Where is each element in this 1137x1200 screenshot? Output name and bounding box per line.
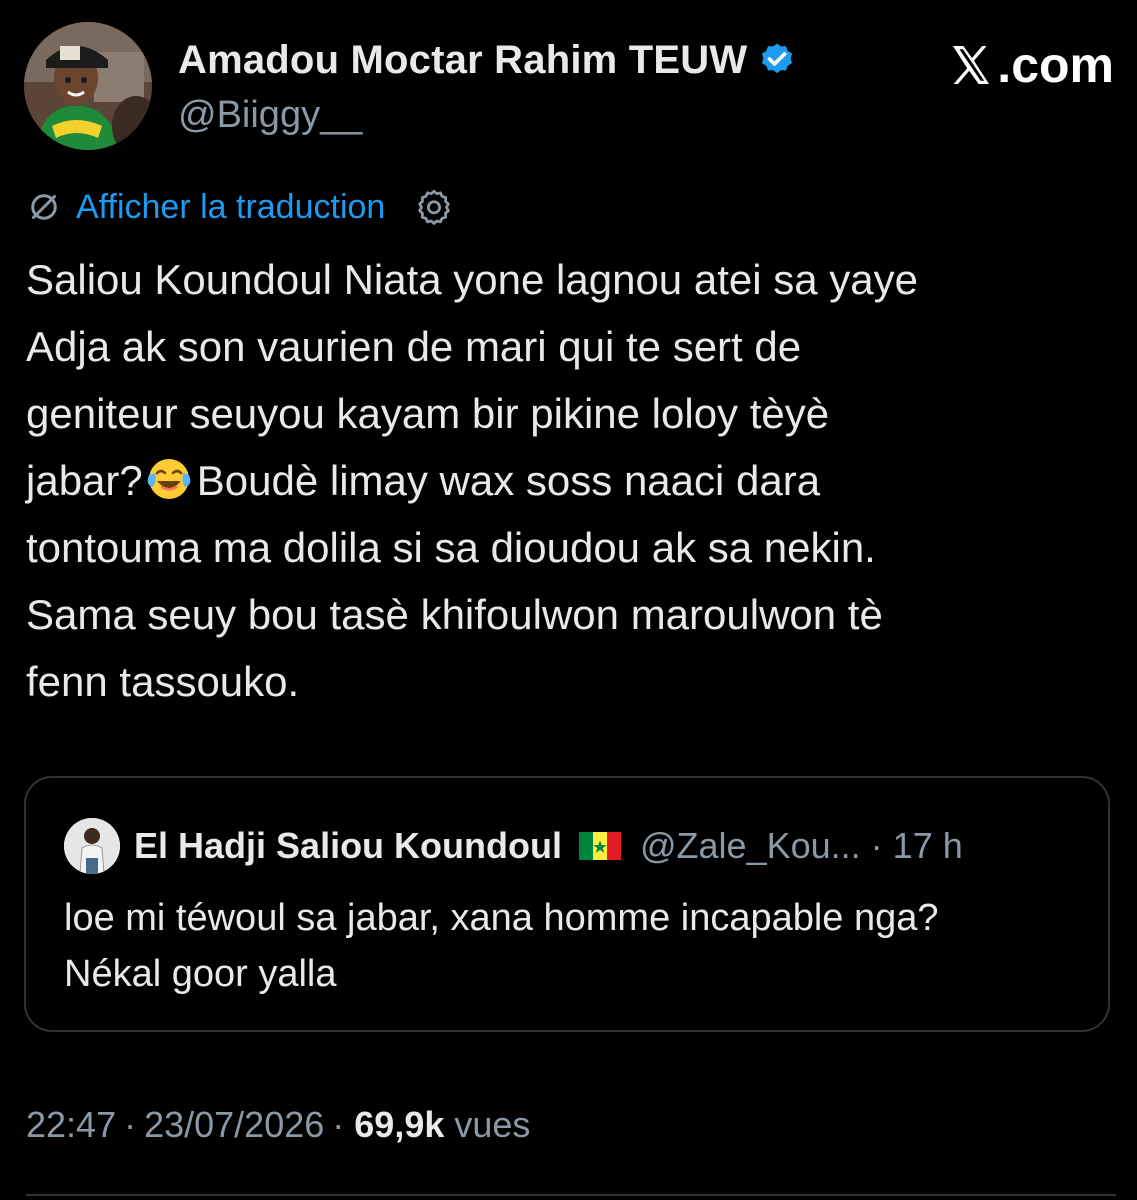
verified-badge-icon bbox=[762, 43, 793, 73]
views-count[interactable]: 69,9k bbox=[354, 1104, 444, 1146]
quoted-timestamp[interactable]: 17 h bbox=[893, 825, 963, 867]
tweet-header: Amadou Moctar Rahim TEUW @Biiggy__ .com bbox=[24, 22, 1114, 152]
avatar-photo bbox=[24, 22, 152, 150]
x-logo-icon bbox=[953, 46, 990, 84]
tweet-line: Sama seuy bou tasè khifoulwon maroulwon … bbox=[26, 591, 883, 638]
meta-separator: · bbox=[124, 1104, 137, 1145]
author-avatar[interactable] bbox=[24, 22, 152, 150]
views-label: vues bbox=[454, 1104, 531, 1145]
post-date[interactable]: 23/07/2026 bbox=[144, 1104, 324, 1146]
quoted-author-handle[interactable]: @Zale_Kou... bbox=[640, 825, 861, 867]
tweet-line-part: jabar? bbox=[26, 457, 143, 504]
laughing-tears-emoji-icon bbox=[147, 459, 191, 499]
quoted-line: Nékal goor yalla bbox=[64, 953, 337, 995]
translate-icon bbox=[31, 194, 57, 220]
quoted-tweet-card[interactable]: El Hadji Saliou Koundoul @Zale_Kou... · … bbox=[24, 776, 1110, 1032]
translate-row: Afficher la traduction bbox=[26, 186, 455, 228]
gear-icon[interactable] bbox=[413, 186, 455, 228]
author-name-row: Amadou Moctar Rahim TEUW bbox=[178, 38, 797, 83]
author-name[interactable]: Amadou Moctar Rahim TEUW bbox=[178, 38, 747, 83]
quoted-line: loe mi téwoul sa jabar, xana homme incap… bbox=[64, 897, 939, 939]
quoted-tweet-header: El Hadji Saliou Koundoul @Zale_Kou... · … bbox=[64, 818, 963, 874]
tweet-line: fenn tassouko. bbox=[26, 658, 300, 705]
senegal-flag-icon bbox=[579, 832, 621, 860]
tweet-line-with-emoji: jabar? Boudè limay wax soss naaci dara bbox=[26, 447, 1106, 514]
site-mark: .com bbox=[947, 36, 1114, 94]
tweet-line: tontouma ma dolila si sa dioudou ak sa n… bbox=[26, 524, 876, 571]
tweet-line: Saliou Koundoul Niata yone lagnou atei s… bbox=[26, 256, 918, 303]
quoted-author-avatar[interactable] bbox=[64, 818, 120, 874]
meta-separator: · bbox=[332, 1104, 345, 1145]
tweet-line: geniteur seuyou kayam bir pikine loloy t… bbox=[26, 390, 830, 437]
quoted-author-name[interactable]: El Hadji Saliou Koundoul bbox=[134, 825, 562, 867]
show-translation-link[interactable]: Afficher la traduction bbox=[76, 188, 385, 227]
site-suffix: .com bbox=[997, 37, 1114, 93]
tweet-line-part: Boudè limay wax soss naaci dara bbox=[196, 457, 821, 504]
quoted-separator: · bbox=[870, 825, 883, 866]
author-handle[interactable]: @Biiggy__ bbox=[178, 94, 362, 137]
post-time[interactable]: 22:47 bbox=[26, 1104, 116, 1146]
tweet-text: Saliou Koundoul Niata yone lagnou atei s… bbox=[26, 246, 1106, 715]
tweet-line: Adja ak son vaurien de mari qui te sert … bbox=[26, 323, 802, 370]
tweet-meta: 22:47 · 23/07/2026 · 69,9k vues bbox=[26, 1104, 530, 1146]
bottom-divider bbox=[26, 1194, 1116, 1196]
quoted-tweet-text: loe mi téwoul sa jabar, xana homme incap… bbox=[64, 890, 939, 1002]
quoted-avatar-photo bbox=[64, 818, 120, 874]
